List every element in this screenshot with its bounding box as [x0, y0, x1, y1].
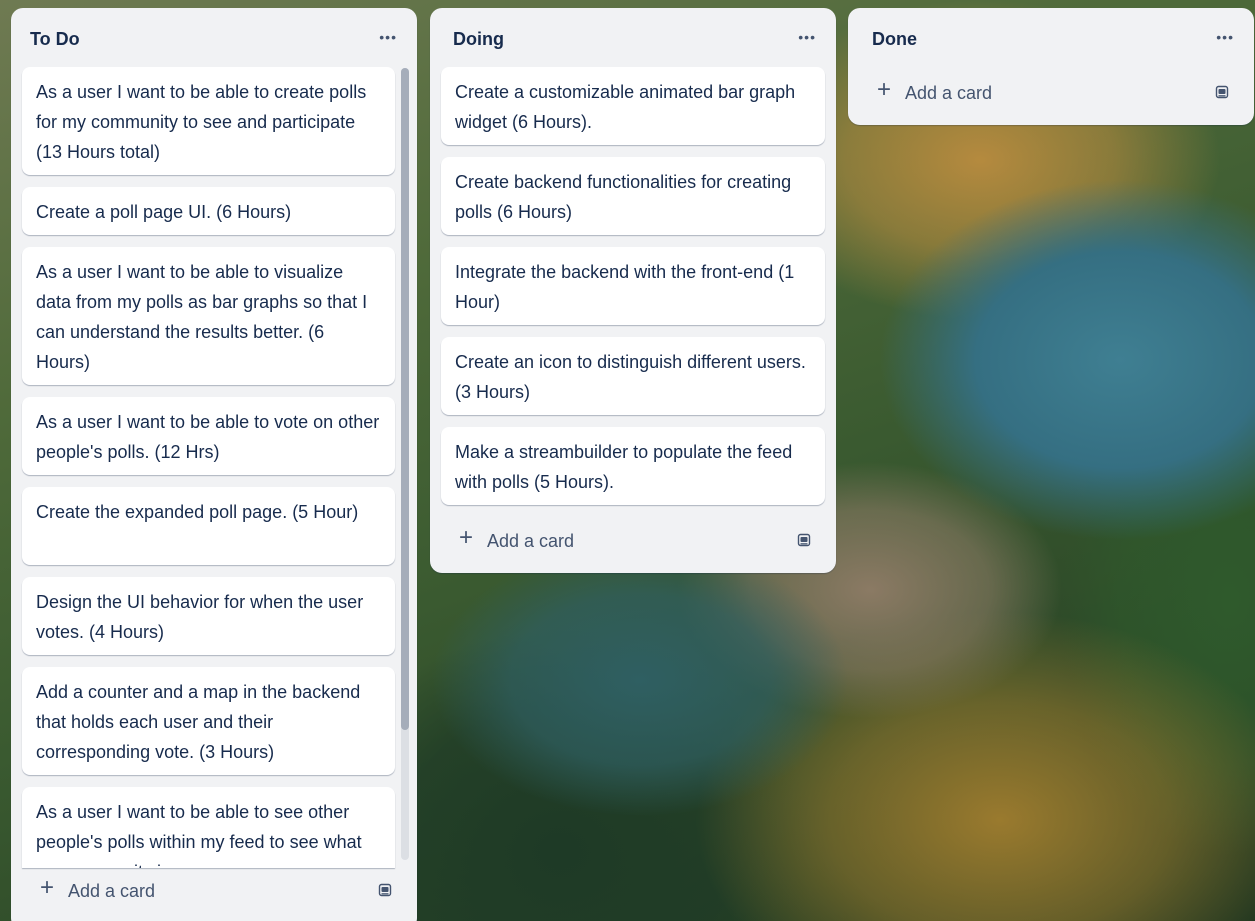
ellipsis-icon[interactable]: ••• [1216, 28, 1234, 46]
card-text: As a user I want to be able to create po… [36, 82, 367, 162]
card[interactable]: Add a counter and a map in the backend t… [22, 667, 395, 775]
list-title[interactable]: Doing [453, 28, 504, 50]
card[interactable]: Integrate the backend with the front-end… [441, 247, 825, 325]
card[interactable]: Create the expanded poll page. (5 Hour) [22, 487, 395, 565]
plus-icon: + [40, 874, 55, 901]
card[interactable]: Design the UI behavior for when the user… [22, 577, 395, 655]
list-title[interactable]: To Do [30, 28, 80, 50]
add-card-label: Add a card [905, 83, 993, 103]
add-card-label: Add a card [68, 881, 156, 901]
card-text: Add a counter and a map in the backend t… [36, 682, 361, 762]
list-header: Done ••• [848, 8, 1254, 64]
card-template-icon[interactable] [796, 532, 812, 548]
list-title[interactable]: Done [872, 28, 917, 50]
card[interactable]: Make a streambuilder to populate the fee… [441, 427, 825, 505]
list-doing: Doing ••• Create a customizable animated… [430, 8, 836, 573]
card-template-icon[interactable] [1214, 84, 1230, 100]
card[interactable]: As a user I want to be able to see other… [22, 787, 395, 868]
card-text: As a user I want to be able to visualize… [36, 262, 368, 372]
card-text: As a user I want to be able to see other… [36, 802, 362, 868]
board-canvas: To Do ••• As a user I want to be able to… [0, 0, 1255, 921]
card-text: Create the expanded poll page. (5 Hour) [36, 502, 359, 522]
card[interactable]: Create a customizable animated bar graph… [441, 67, 825, 145]
card-template-icon[interactable] [377, 882, 393, 898]
plus-icon: + [459, 524, 474, 551]
card[interactable]: Create backend functionalities for creat… [441, 157, 825, 235]
list-to-do: To Do ••• As a user I want to be able to… [11, 8, 417, 921]
add-card-button[interactable]: + Add a card [441, 520, 825, 560]
add-card-button[interactable]: + Add a card [859, 72, 1243, 112]
list-header: To Do ••• [11, 8, 417, 64]
scrollbar[interactable] [401, 68, 409, 860]
card[interactable]: Create an icon to distinguish different … [441, 337, 825, 415]
card-text: As a user I want to be able to vote on o… [36, 412, 380, 462]
card[interactable]: As a user I want to be able to create po… [22, 67, 395, 175]
list-done: Done ••• + Add a card [848, 8, 1254, 125]
card-text: Create a poll page UI. (6 Hours) [36, 202, 292, 222]
card[interactable]: As a user I want to be able to vote on o… [22, 397, 395, 475]
add-card-button[interactable]: + Add a card [22, 870, 406, 910]
card-text: Integrate the backend with the front-end… [455, 262, 795, 312]
card-text: Make a streambuilder to populate the fee… [455, 442, 793, 492]
ellipsis-icon[interactable]: ••• [798, 28, 816, 46]
plus-icon: + [877, 76, 892, 103]
add-card-label: Add a card [487, 531, 575, 551]
ellipsis-icon[interactable]: ••• [379, 28, 397, 46]
card[interactable]: As a user I want to be able to visualize… [22, 247, 395, 385]
list-header: Doing ••• [430, 8, 836, 64]
scrollbar-thumb[interactable] [401, 68, 409, 730]
card[interactable]: Create a poll page UI. (6 Hours) [22, 187, 395, 235]
card-text: Create a customizable animated bar graph… [455, 82, 796, 132]
card-text: Create backend functionalities for creat… [455, 172, 792, 222]
card-text: Design the UI behavior for when the user… [36, 592, 364, 642]
card-text: Create an icon to distinguish different … [455, 352, 806, 402]
